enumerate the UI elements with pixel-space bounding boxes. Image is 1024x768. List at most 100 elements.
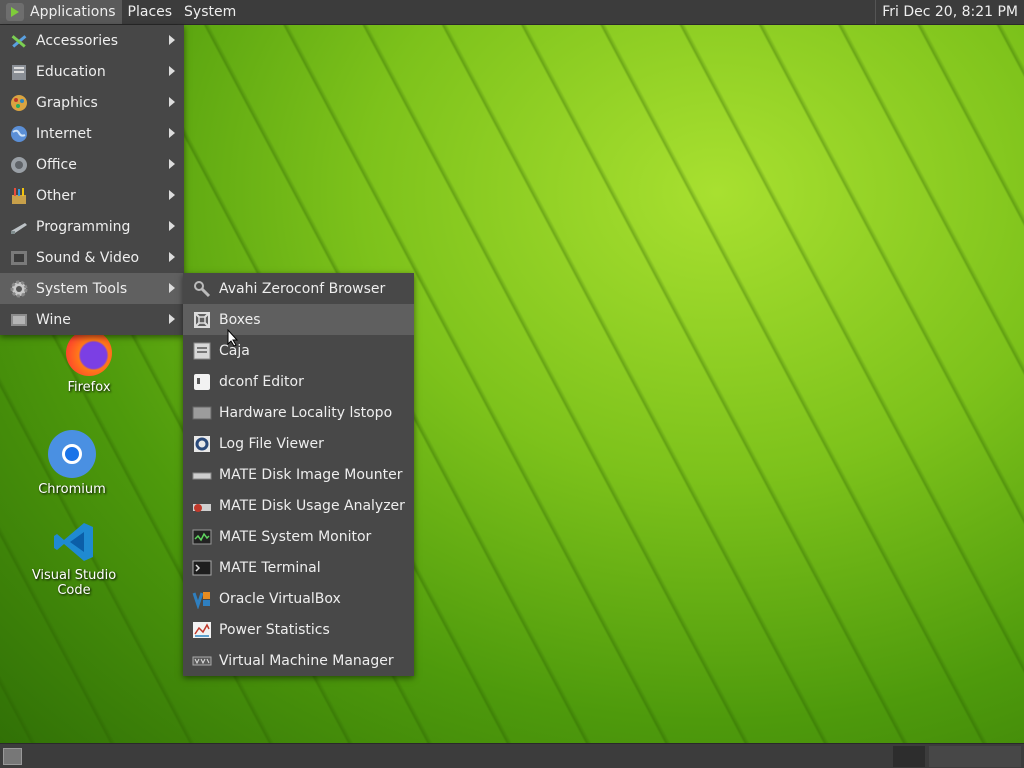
office-icon: [8, 154, 30, 176]
menu-item-label: Log File Viewer: [219, 435, 324, 452]
menu-item-oracle-virtualbox[interactable]: Oracle VirtualBox: [183, 583, 414, 614]
menu-item-other[interactable]: Other: [0, 180, 184, 211]
submenu-arrow-icon: [169, 66, 175, 76]
menu-item-label: Power Statistics: [219, 621, 330, 638]
menu-item-virtual-machine-manager[interactable]: Virtual Machine Manager: [183, 645, 414, 676]
submenu-arrow-icon: [169, 283, 175, 293]
show-desktop-button[interactable]: [3, 748, 22, 765]
menu-item-dconf-editor[interactable]: dconf Editor: [183, 366, 414, 397]
vm-manager-icon: [191, 650, 213, 672]
menu-item-label: Virtual Machine Manager: [219, 652, 394, 669]
submenu-arrow-icon: [169, 221, 175, 231]
wine-icon: [8, 309, 30, 331]
virtualbox-icon: [191, 588, 213, 610]
menu-item-system-tools[interactable]: System Tools: [0, 273, 184, 304]
internet-icon: [8, 123, 30, 145]
menu-item-label: Internet: [36, 125, 92, 142]
submenu-arrow-icon: [169, 159, 175, 169]
menu-item-label: MATE Disk Image Mounter: [219, 466, 403, 483]
bottom-panel: [0, 743, 1024, 768]
menu-item-label: Education: [36, 63, 106, 80]
log-viewer-icon: [191, 433, 213, 455]
places-menu-button[interactable]: Places: [122, 0, 179, 24]
desktop-icon-chromium[interactable]: Chromium: [32, 430, 112, 497]
submenu-arrow-icon: [169, 190, 175, 200]
menu-item-education[interactable]: Education: [0, 56, 184, 87]
applications-menu: Accessories Education Graphics Internet …: [0, 25, 184, 335]
submenu-arrow-icon: [169, 252, 175, 262]
sound-video-icon: [8, 247, 30, 269]
applications-label: Applications: [30, 4, 116, 20]
firefox-icon: [66, 330, 112, 376]
menu-item-label: Sound & Video: [36, 249, 140, 266]
menu-item-label: MATE Disk Usage Analyzer: [219, 497, 405, 514]
firefox-label: Firefox: [67, 380, 111, 395]
menu-item-graphics[interactable]: Graphics: [0, 87, 184, 118]
menu-item-caja[interactable]: Caja: [183, 335, 414, 366]
menu-item-disk-usage-analyzer[interactable]: MATE Disk Usage Analyzer: [183, 490, 414, 521]
chromium-icon: [48, 430, 96, 478]
menu-item-label: Graphics: [36, 94, 98, 111]
vscode-label: Visual Studio Code: [31, 568, 117, 598]
menu-item-label: System Tools: [36, 280, 128, 297]
boxes-icon: [191, 309, 213, 331]
menu-item-lstopo[interactable]: Hardware Locality lstopo: [183, 397, 414, 428]
menu-item-label: Boxes: [219, 311, 261, 328]
system-monitor-icon: [191, 526, 213, 548]
submenu-arrow-icon: [169, 97, 175, 107]
disk-mounter-icon: [191, 464, 213, 486]
menu-item-avahi[interactable]: Avahi Zeroconf Browser: [183, 273, 414, 304]
desktop-icon-vscode[interactable]: Visual Studio Code: [14, 520, 134, 598]
dconf-icon: [191, 371, 213, 393]
menu-item-mate-terminal[interactable]: MATE Terminal: [183, 552, 414, 583]
menu-item-internet[interactable]: Internet: [0, 118, 184, 149]
submenu-arrow-icon: [169, 35, 175, 45]
power-stats-icon: [191, 619, 213, 641]
mate-logo-icon: [6, 3, 24, 21]
menu-item-disk-image-mounter[interactable]: MATE Disk Image Mounter: [183, 459, 414, 490]
menu-item-power-statistics[interactable]: Power Statistics: [183, 614, 414, 645]
menu-item-office[interactable]: Office: [0, 149, 184, 180]
chromium-label: Chromium: [38, 482, 106, 497]
menu-item-log-file-viewer[interactable]: Log File Viewer: [183, 428, 414, 459]
education-icon: [8, 61, 30, 83]
system-tools-icon: [8, 278, 30, 300]
menu-item-label: Hardware Locality lstopo: [219, 404, 393, 421]
clock[interactable]: Fri Dec 20, 8:21 PM: [875, 0, 1024, 24]
menu-item-label: MATE System Monitor: [219, 528, 372, 545]
programming-icon: [8, 216, 30, 238]
workspace-switcher-1[interactable]: [893, 746, 925, 767]
accessories-icon: [8, 30, 30, 52]
menu-item-label: Other: [36, 187, 76, 204]
menu-item-wine[interactable]: Wine: [0, 304, 184, 335]
menu-item-label: Programming: [36, 218, 131, 235]
menu-item-label: MATE Terminal: [219, 559, 321, 576]
system-tools-submenu: Avahi Zeroconf Browser Boxes Caja dconf …: [183, 273, 414, 676]
other-icon: [8, 185, 30, 207]
system-label: System: [184, 4, 237, 20]
menu-item-system-monitor[interactable]: MATE System Monitor: [183, 521, 414, 552]
submenu-arrow-icon: [169, 314, 175, 324]
submenu-arrow-icon: [169, 128, 175, 138]
menu-item-label: Wine: [36, 311, 71, 328]
menu-item-label: Accessories: [36, 32, 119, 49]
mouse-cursor-icon: [227, 329, 239, 347]
terminal-icon: [191, 557, 213, 579]
vscode-icon: [52, 520, 96, 564]
avahi-icon: [191, 278, 213, 300]
disk-usage-icon: [191, 495, 213, 517]
menu-item-sound-video[interactable]: Sound & Video: [0, 242, 184, 273]
applications-menu-button[interactable]: Applications: [0, 0, 122, 24]
desktop-icon-firefox[interactable]: Firefox: [49, 330, 129, 395]
menu-item-label: Office: [36, 156, 77, 173]
system-menu-button[interactable]: System: [178, 0, 242, 24]
menu-item-programming[interactable]: Programming: [0, 211, 184, 242]
menu-item-label: Avahi Zeroconf Browser: [219, 280, 386, 297]
lstopo-icon: [191, 402, 213, 424]
menu-item-accessories[interactable]: Accessories: [0, 25, 184, 56]
workspace-switcher-2[interactable]: [929, 746, 1021, 767]
menu-item-label: Oracle VirtualBox: [219, 590, 341, 607]
caja-icon: [191, 340, 213, 362]
menu-item-boxes[interactable]: Boxes: [183, 304, 414, 335]
top-panel: Applications Places System Fri Dec 20, 8…: [0, 0, 1024, 25]
